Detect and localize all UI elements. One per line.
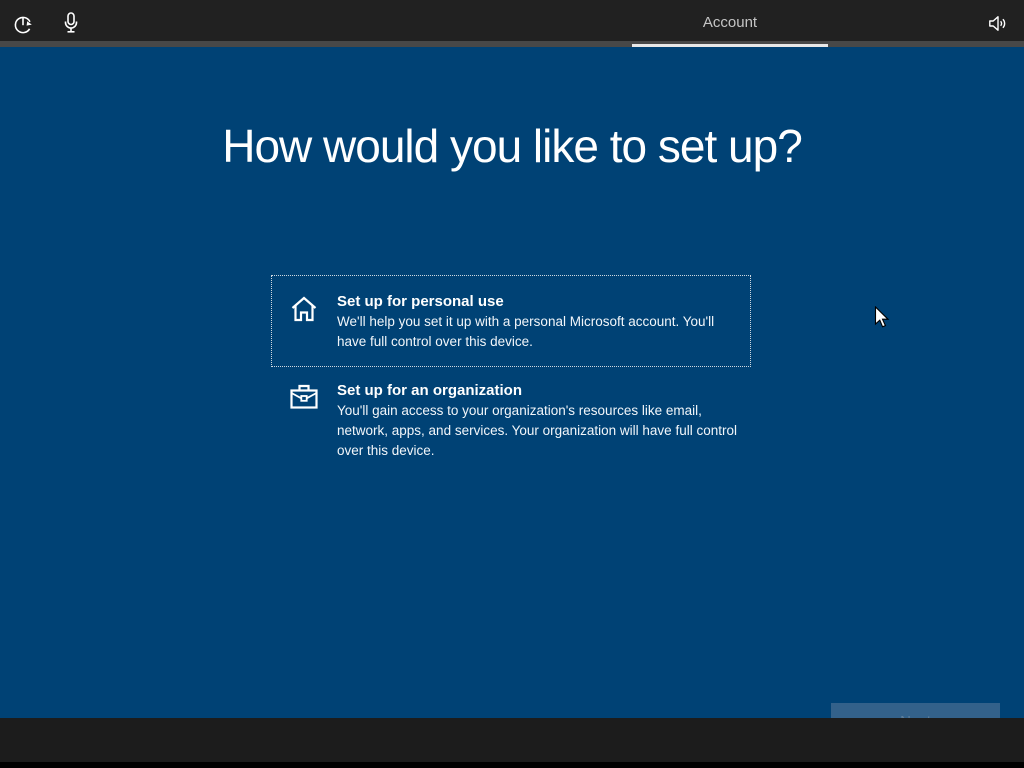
microphone-icon[interactable] [63, 12, 79, 40]
page-title: How would you like to set up? [222, 120, 803, 172]
option-title: Set up for an organization [337, 382, 523, 399]
top-bar [0, 0, 1024, 44]
home-icon [289, 294, 319, 329]
briefcase-icon [289, 383, 319, 416]
oobe-setup-screen: Account How would you like to set up? Se… [0, 0, 1024, 768]
footer-bar [0, 718, 1024, 768]
option-text: Set up for personal use We'll help you s… [337, 292, 740, 352]
main-content: How would you like to set up? Set up for… [0, 47, 1024, 740]
option-description: You'll gain access to your organization'… [337, 403, 737, 458]
volume-icon[interactable] [988, 15, 1008, 37]
step-tab-account: Account [702, 14, 758, 31]
option-personal-use[interactable]: Set up for personal use We'll help you s… [271, 275, 751, 367]
option-description: We'll help you set it up with a personal… [337, 314, 715, 349]
option-text: Set up for an organization You'll gain a… [337, 381, 751, 461]
option-title: Set up for personal use [337, 293, 504, 310]
setup-options-list: Set up for personal use We'll help you s… [271, 275, 751, 461]
option-organization[interactable]: Set up for an organization You'll gain a… [271, 381, 751, 461]
ease-of-access-icon[interactable] [13, 15, 33, 40]
